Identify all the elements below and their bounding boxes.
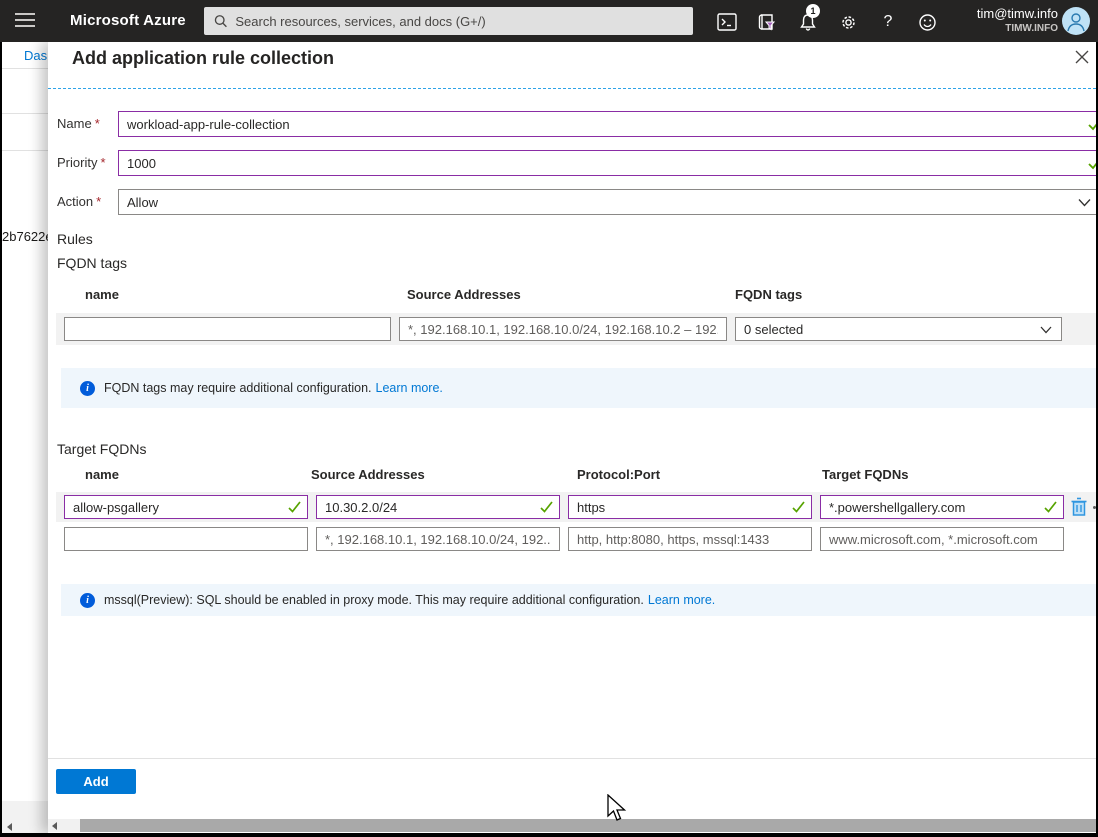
background-scrollbar[interactable] (2, 801, 48, 833)
background-page: Dash 2b7622e (2, 42, 48, 833)
fqdn-source-input[interactable] (399, 317, 727, 341)
required-asterisk: * (94, 116, 100, 131)
target-col-protocol: Protocol:Port (577, 467, 661, 482)
add-button[interactable]: Add (56, 769, 136, 794)
rule-name-input[interactable] (64, 495, 308, 519)
divider (2, 68, 48, 69)
valid-check-icon (1044, 501, 1057, 513)
name-field[interactable] (118, 111, 1096, 137)
target-col-name: name (85, 467, 119, 482)
name-label: Name * (57, 116, 100, 131)
rule-target-cell (820, 495, 1064, 519)
search-input[interactable] (235, 13, 683, 29)
divider (2, 150, 48, 151)
breadcrumb-dashboard-link[interactable]: Dash (24, 48, 48, 63)
rule-target-input[interactable] (820, 495, 1064, 519)
rule-name-cell (64, 495, 308, 519)
directory-filter-icon[interactable] (756, 11, 778, 33)
azure-top-bar: Microsoft Azure 1 ? tim@timw.info TIMW.I… (0, 0, 1098, 42)
target-fqdns-heading: Target FQDNs (57, 441, 147, 457)
global-search[interactable] (204, 7, 693, 35)
delete-rule-trash-icon[interactable] (1070, 497, 1090, 519)
avatar[interactable] (1062, 7, 1090, 35)
mssql-info-banner: i mssql(Preview): SQL should be enabled … (61, 584, 1096, 616)
settings-gear-icon[interactable] (837, 11, 859, 33)
valid-check-icon (288, 501, 301, 513)
valid-check-icon (1088, 162, 1096, 170)
account-info[interactable]: tim@timw.info TIMW.INFO (950, 6, 1058, 35)
new-rule-name-input[interactable] (64, 527, 308, 551)
panel-title: Add application rule collection (72, 48, 335, 68)
panel-horizontal-scrollbar[interactable] (48, 819, 1096, 832)
rules-heading: Rules (57, 231, 93, 247)
learn-more-link[interactable]: Learn more. (376, 381, 443, 395)
focus-separator (48, 88, 1096, 89)
new-rule-source-cell (316, 527, 560, 551)
fqdn-col-source: Source Addresses (407, 287, 521, 302)
fqdn-col-name: name (85, 287, 119, 302)
priority-field[interactable] (118, 150, 1096, 176)
chevron-down-icon (1078, 199, 1091, 207)
info-icon: i (80, 380, 95, 396)
divider (2, 113, 48, 114)
add-application-rule-collection-panel: Add application rule collection Name* Pr… (48, 42, 1096, 833)
valid-check-icon (1088, 123, 1096, 131)
account-email: tim@timw.info (976, 6, 1058, 21)
feedback-smiley-icon[interactable] (916, 11, 938, 33)
rule-protocol-input[interactable] (568, 495, 812, 519)
learn-more-link[interactable]: Learn more. (648, 593, 715, 607)
new-rule-protocol-cell (568, 527, 812, 551)
fqdn-source-cell (399, 317, 727, 341)
action-label: Action * (57, 194, 102, 209)
priority-label: Priority * (57, 155, 106, 170)
action-select[interactable]: Allow (118, 189, 1096, 215)
footer-divider (48, 758, 1096, 759)
required-asterisk: * (96, 194, 102, 209)
close-icon[interactable] (1074, 49, 1092, 67)
target-col-target: Target FQDNs (822, 467, 909, 482)
azure-brand[interactable]: Microsoft Azure (70, 0, 186, 42)
fqdn-tags-dropdown[interactable]: 0 selected (735, 317, 1062, 341)
help-icon[interactable]: ? (877, 11, 899, 33)
rule-source-input[interactable] (316, 495, 560, 519)
valid-check-icon (792, 501, 805, 513)
fqdn-info-banner: i FQDN tags may require additional confi… (61, 368, 1096, 408)
chevron-down-icon (1040, 326, 1052, 334)
resource-id-text: 2b7622e (2, 229, 48, 244)
more-options-icon[interactable] (1093, 506, 1096, 509)
new-rule-protocol-input[interactable] (568, 527, 812, 551)
search-icon (214, 15, 227, 28)
scroll-left-arrow-icon[interactable] (52, 821, 66, 830)
fqdn-name-input[interactable] (64, 317, 391, 341)
portal-menu-icon[interactable] (15, 13, 35, 29)
account-tenant: TIMW.INFO (1005, 23, 1058, 34)
scroll-left-arrow-icon[interactable] (7, 823, 12, 831)
target-col-source: Source Addresses (311, 467, 425, 482)
new-rule-source-input[interactable] (316, 527, 560, 551)
cloud-shell-icon[interactable] (716, 11, 738, 33)
notification-count-badge: 1 (806, 4, 820, 18)
fqdn-name-cell (64, 317, 391, 341)
new-rule-target-input[interactable] (820, 527, 1064, 551)
rule-protocol-cell (568, 495, 812, 519)
info-icon: i (80, 592, 95, 608)
valid-check-icon (540, 501, 553, 513)
rule-source-cell (316, 495, 560, 519)
fqdn-tags-heading: FQDN tags (57, 255, 128, 271)
required-asterisk: * (100, 155, 106, 170)
new-rule-target-cell (820, 527, 1064, 551)
new-rule-name-cell (64, 527, 308, 551)
fqdn-col-tags: FQDN tags (735, 287, 803, 302)
scrollbar-thumb[interactable] (80, 819, 1096, 832)
